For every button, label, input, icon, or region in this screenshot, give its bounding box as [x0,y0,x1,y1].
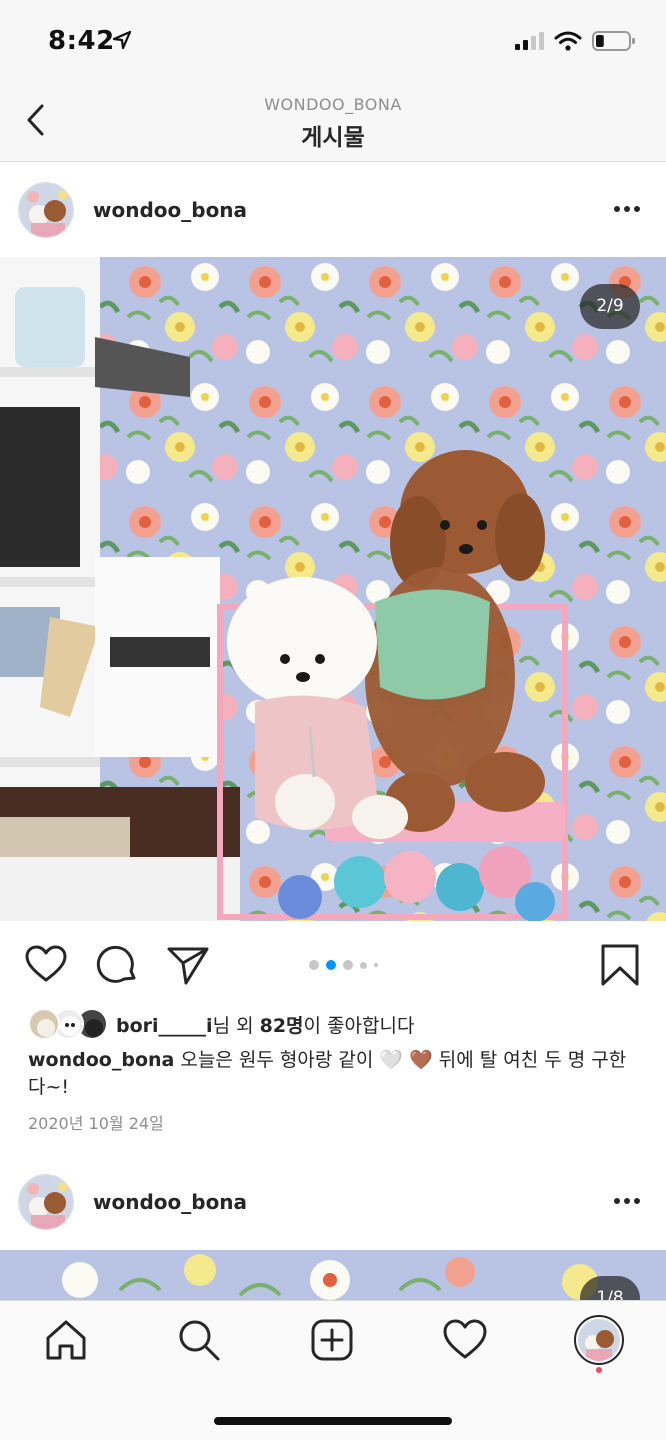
more-options-icon[interactable] [612,1191,642,1211]
more-options-icon[interactable] [612,199,642,219]
post-header: wondoo_bona [0,163,666,257]
liker-username[interactable]: bori_____i [116,1015,213,1037]
photo-counter-badge: 2/9 [580,284,640,329]
next-post-photo[interactable]: 1/8 [0,1250,666,1300]
next-post-header: wondoo_bona [0,1155,666,1249]
post-actions [0,921,666,1007]
nav-account-name: WONDOO_BONA [264,95,402,114]
status-bar: 8:42 [0,0,666,84]
carousel-dot [343,960,353,970]
battery-icon [592,31,635,51]
likes-count[interactable]: 82명 [260,1015,304,1037]
caption-username[interactable]: wondoo_bona [28,1049,174,1071]
comment-bubble-icon[interactable] [96,943,140,987]
post-photo[interactable]: 2/9 [0,257,666,921]
likes-suffix: 이 좋아합니다 [303,1014,415,1037]
liker-avatar [28,1008,60,1040]
photo-counter-badge: 1/8 [580,1276,640,1300]
activity-heart-icon[interactable] [441,1316,489,1364]
post-username[interactable]: wondoo_bona [93,1190,247,1214]
likes-text: bori_____i님 외 82명이 좋아합니다 [116,1011,414,1038]
new-post-icon[interactable] [308,1316,356,1364]
wifi-icon [554,31,582,51]
carousel-dot [374,963,378,967]
save-bookmark-icon[interactable] [598,943,642,987]
like-heart-icon[interactable] [24,943,68,987]
post-caption: wondoo_bona 오늘은 원두 형아랑 같이 🤍 🤎 뒤에 탈 여친 두 … [28,1047,640,1101]
post-username[interactable]: wondoo_bona [93,198,247,222]
likes-suffix: 님 외 [212,1014,260,1037]
post-avatar[interactable] [18,182,74,238]
post-date: 2020년 10월 24일 [28,1114,164,1133]
carousel-dot [326,960,336,970]
nav-bar: WONDOO_BONA 게시물 [0,84,666,162]
liker-avatars [28,1008,108,1040]
profile-avatar[interactable] [574,1315,624,1365]
home-icon[interactable] [42,1316,90,1364]
notification-dot [596,1367,602,1373]
cellular-signal-icon [515,32,544,50]
carousel-indicator [309,960,378,970]
likes-row[interactable]: bori_____i님 외 82명이 좋아합니다 [28,1007,414,1041]
home-indicator [214,1417,452,1425]
page-title: 게시물 [301,125,365,151]
carousel-dot [309,960,319,970]
share-send-icon[interactable] [166,943,210,987]
location-arrow-icon [112,30,132,50]
status-time: 8:42 [48,26,115,56]
carousel-dot [360,961,367,969]
search-icon[interactable] [175,1316,223,1364]
post-avatar[interactable] [18,1174,74,1230]
